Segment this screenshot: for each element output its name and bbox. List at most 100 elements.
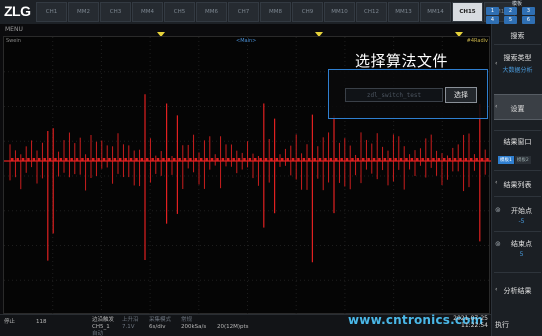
result-list-button[interactable]: 结果列表 xyxy=(492,180,542,190)
channel-button-5[interactable]: 5 xyxy=(504,16,517,24)
waveform-step xyxy=(367,158,370,161)
tab-mm13[interactable]: MM13 xyxy=(388,2,419,22)
waveform-step xyxy=(362,158,365,161)
result-window-option-1[interactable]: 模板1 xyxy=(498,156,514,164)
waveform-step xyxy=(324,158,327,161)
zlg-logo: ZLG xyxy=(4,2,38,22)
waveform-step xyxy=(335,158,338,161)
end-point-control[interactable]: 结束点 5 xyxy=(492,239,542,258)
select-algorithm-dialog: zdl_switch_test 选择 xyxy=(328,69,488,119)
waveform-step xyxy=(318,158,322,161)
tab-ch12[interactable]: CH12 xyxy=(356,2,387,22)
waveform-step xyxy=(48,158,52,161)
waveform-step xyxy=(432,158,435,161)
sample-info[interactable]: 常规 200kSa/s xyxy=(181,317,206,331)
waveform-step xyxy=(113,158,117,161)
tab-ch1[interactable]: CH1 xyxy=(36,2,67,22)
analyze-results-button[interactable]: 分析结果 xyxy=(492,286,542,296)
waveform-step xyxy=(129,158,133,161)
waveform-step xyxy=(70,158,73,161)
waveform-step xyxy=(275,158,279,161)
execute-status[interactable]: 执行 xyxy=(495,320,509,330)
waveform-step xyxy=(281,158,284,161)
waveform-step xyxy=(140,158,144,161)
divider xyxy=(494,272,541,273)
waveform-step xyxy=(475,158,478,161)
waveform-step xyxy=(383,158,387,161)
channel-tabs: CH1 MM2 CH3 MM4 CH5 MM6 CH7 MM8 CH9 MM10 CH12 MM13 M… xyxy=(36,2,515,22)
waveform-step xyxy=(259,158,262,161)
trigger-info[interactable]: 边沿触发 CH5_1 自动 xyxy=(92,317,114,336)
waveform-step xyxy=(470,158,473,161)
trigger-slope: 上升沿 xyxy=(122,317,139,323)
waveform-step xyxy=(194,158,198,161)
waveform-step xyxy=(178,158,181,161)
acquisition-count: 118 xyxy=(36,319,47,325)
waveform-step xyxy=(216,158,219,161)
sample-rate: 200kSa/s xyxy=(181,324,207,330)
logo-text: ZLG xyxy=(4,3,31,19)
algorithm-file-input[interactable]: zdl_switch_test xyxy=(345,88,443,102)
start-point-label: 开始点 xyxy=(511,207,532,215)
channel-button-6[interactable]: 6 xyxy=(522,16,535,24)
tab-mm6[interactable]: MM6 xyxy=(196,2,227,22)
waveform-step xyxy=(167,158,171,161)
waveform-step xyxy=(453,158,457,161)
acquisition-info[interactable]: 采集模式 6s/div xyxy=(149,317,171,331)
tab-mm10[interactable]: MM10 xyxy=(324,2,355,22)
search-type-menu[interactable]: 搜索类型 大数据分析 xyxy=(492,53,542,74)
channel-button-2[interactable]: 2 xyxy=(504,7,517,15)
waveform-step xyxy=(108,158,111,161)
tab-ch7[interactable]: CH7 xyxy=(228,2,259,22)
main-window-label: <Main> xyxy=(236,38,257,44)
channel-button-3[interactable]: 3 xyxy=(522,7,535,15)
tab-mm4[interactable]: MM4 xyxy=(132,2,163,22)
waveform-step xyxy=(345,158,349,161)
waveform-step xyxy=(205,158,208,161)
trigger-level-info[interactable]: 上升沿 7.1V xyxy=(122,317,139,331)
result-window-option-2[interactable]: 模板2 xyxy=(514,156,531,164)
right-panel: 搜索 搜索类型 大数据分析 ‹ ‹ 设置 结果窗口 模板1 模板2 ‹ 结果列表… xyxy=(491,24,542,336)
scope-right-label: #4Radiv xyxy=(466,38,488,44)
waveform-step xyxy=(297,158,300,161)
waveform-step xyxy=(243,158,246,161)
tab-mm14[interactable]: MM14 xyxy=(420,2,451,22)
waveform-step xyxy=(16,158,19,161)
tab-ch3[interactable]: CH3 xyxy=(100,2,131,22)
waveform-step xyxy=(410,158,414,161)
trigger-level: 7.1V xyxy=(122,324,135,330)
search-type-label: 搜索类型 xyxy=(503,54,532,62)
waveform-step xyxy=(291,158,295,161)
search-type-value: 大数据分析 xyxy=(502,67,533,74)
end-point-value: 5 xyxy=(519,251,524,258)
start-point-control[interactable]: 开始点 -5 xyxy=(492,206,542,225)
tab-ch5[interactable]: CH5 xyxy=(164,2,195,22)
run-stop-status[interactable]: 停止 xyxy=(4,319,15,326)
waveform-step xyxy=(27,158,30,161)
tab-mm8[interactable]: MM8 xyxy=(260,2,291,22)
menu-button[interactable]: MENU xyxy=(5,26,23,33)
waveform-step xyxy=(405,158,408,161)
settings-label: 设置 xyxy=(510,105,525,113)
waveform-step xyxy=(421,158,424,161)
dialog-title: 选择算法文件 xyxy=(355,52,449,70)
channel-button-4[interactable]: 4 xyxy=(486,16,499,24)
waveform-step xyxy=(264,158,268,161)
timebase: 6s/div xyxy=(149,324,166,330)
select-button[interactable]: 选择 xyxy=(445,87,477,103)
tab-ch9[interactable]: CH9 xyxy=(292,2,323,22)
waveform-step xyxy=(248,158,252,161)
waveform-step xyxy=(437,158,441,161)
tab-ch15[interactable]: CH15 xyxy=(452,2,483,22)
acquisition-normal: 常规 xyxy=(181,317,193,323)
waveform-step xyxy=(75,158,79,161)
waveform-step xyxy=(59,158,63,161)
tab-mm2[interactable]: MM2 xyxy=(68,2,99,22)
channel-button-1[interactable]: 1 xyxy=(486,7,499,15)
waveform-step xyxy=(162,158,165,161)
divider xyxy=(494,44,541,45)
start-point-value: -5 xyxy=(518,218,525,225)
result-window-toggle[interactable]: 模板1 模板2 xyxy=(498,156,531,164)
waveform-step xyxy=(329,158,333,161)
waveform-step xyxy=(443,158,446,161)
